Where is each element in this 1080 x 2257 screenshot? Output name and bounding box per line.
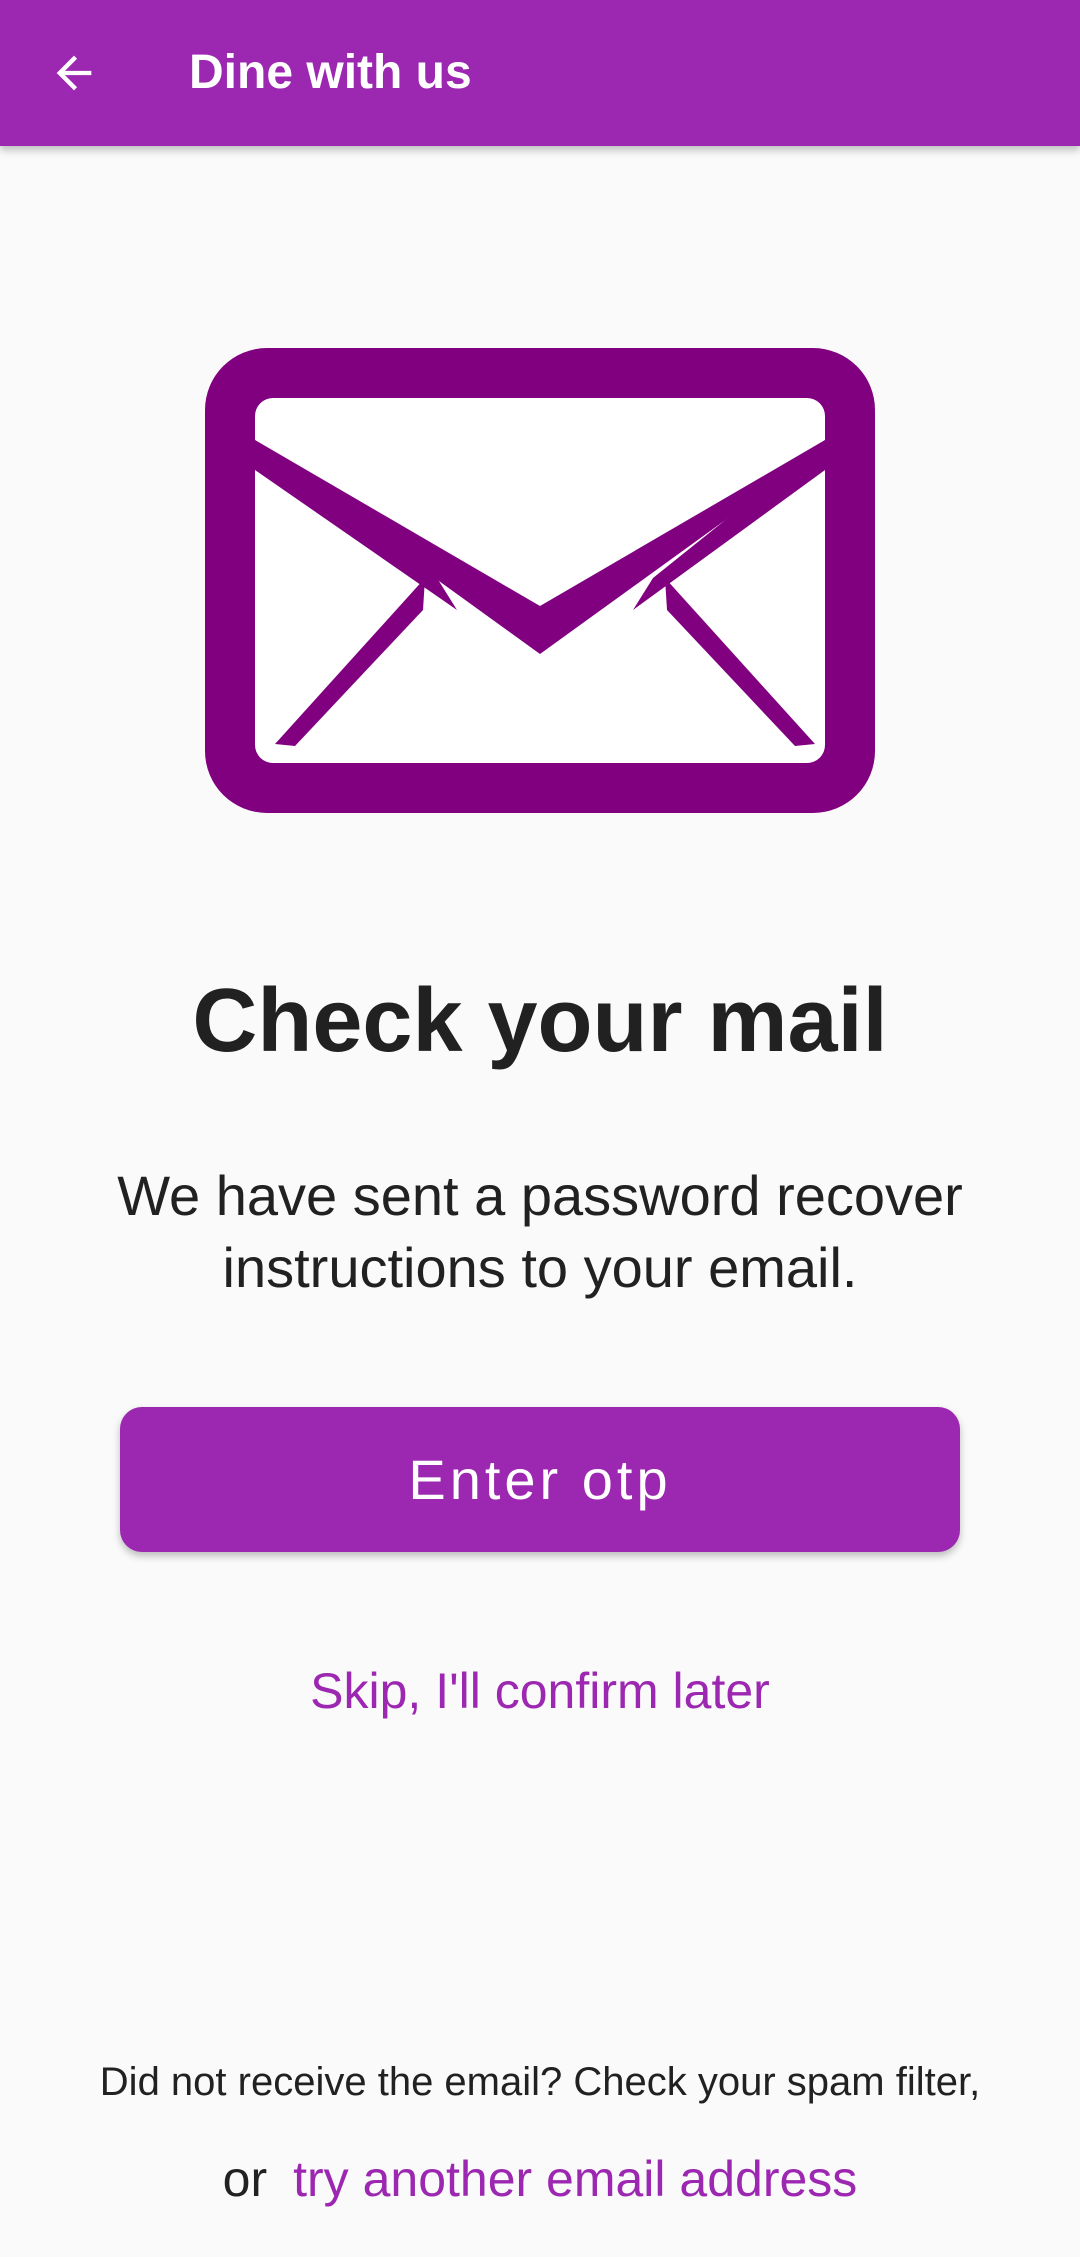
app-bar: Dine with us	[0, 0, 1080, 146]
mail-illustration	[205, 348, 875, 813]
or-label: or	[222, 2151, 268, 2207]
try-another-email-link[interactable]: try another email address	[293, 2151, 857, 2207]
spam-filter-note: Did not receive the email? Check your sp…	[99, 2060, 981, 2104]
alternate-email-row: or try another email address	[0, 2150, 1080, 2208]
back-button[interactable]	[30, 29, 118, 117]
instructions-message: We have sent a password recover instruct…	[117, 1164, 963, 1299]
app-title: Dine with us	[189, 46, 472, 99]
skip-confirm-link[interactable]: Skip, I'll confirm later	[0, 1662, 1080, 1720]
page-heading: Check your mail	[192, 971, 888, 1071]
envelope-icon	[205, 348, 875, 813]
arrow-back-icon	[56, 55, 92, 91]
enter-otp-button[interactable]: Enter otp	[120, 1407, 960, 1552]
